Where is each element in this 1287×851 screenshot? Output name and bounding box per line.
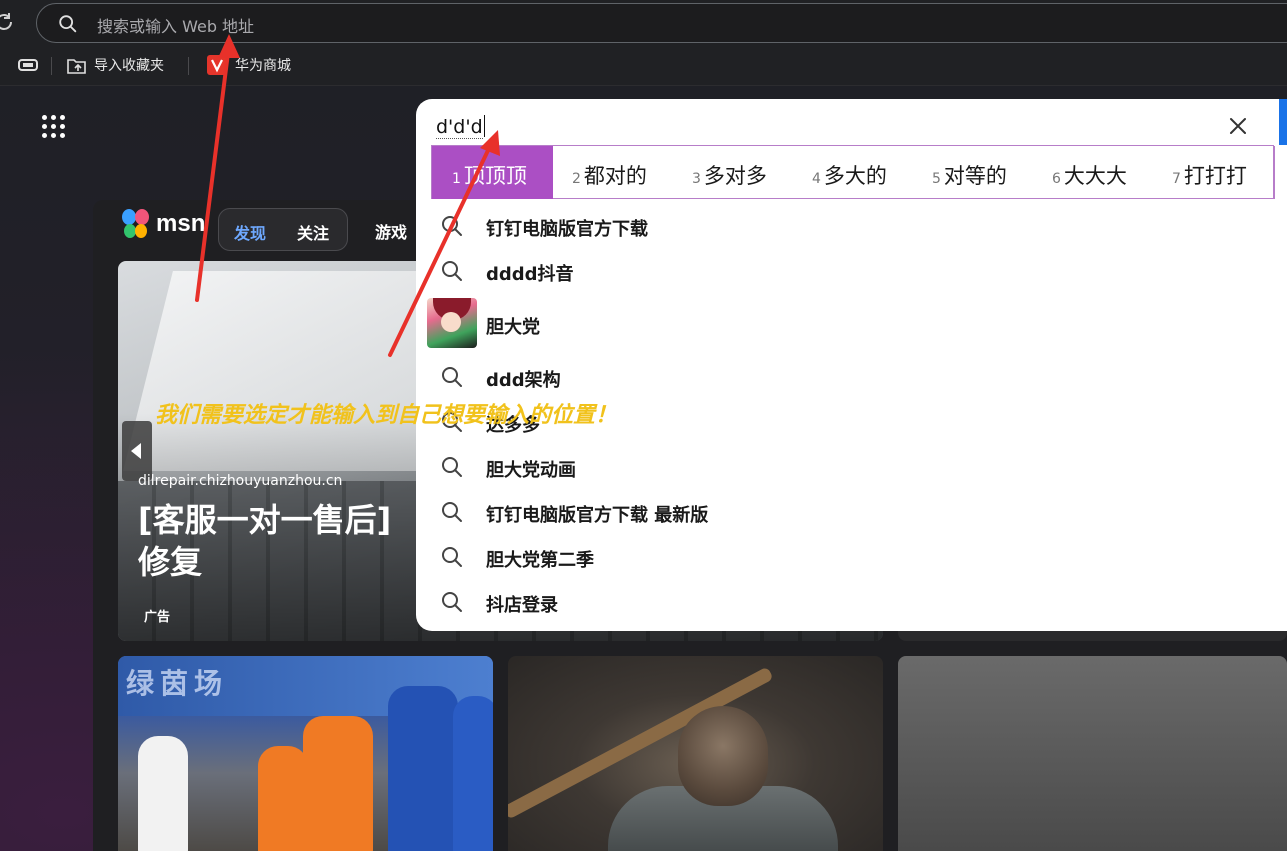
search-icon [442, 457, 462, 477]
search-icon [442, 216, 462, 236]
search-suggestion-box: d'd'd 1 顶顶顶 2 都对的 3 多对多 4 多大的 5 对等的 6 大大大 7 打打打… [416, 99, 1287, 631]
search-icon [442, 502, 462, 522]
news-card-grey[interactable] [898, 656, 1287, 851]
character-head [678, 706, 768, 806]
suggestion-text: 钉钉电脑版官方下载 最新版 [486, 505, 709, 526]
search-query-input[interactable]: d'd'd [436, 115, 485, 139]
suggestion-text: dddd抖音 [486, 264, 574, 285]
suggestion-item[interactable]: 胆大党 [416, 298, 1287, 348]
apps-grid-icon[interactable] [42, 115, 66, 139]
nav-games[interactable]: 游戏 [375, 219, 407, 243]
ime-candidate-bar: 1 顶顶顶 2 都对的 3 多对多 4 多大的 5 对等的 6 大大大 7 打打打 [431, 145, 1275, 199]
vmall-logo-icon [207, 55, 227, 75]
search-go-strip[interactable] [1279, 99, 1287, 145]
carousel-prev-button[interactable] [122, 421, 152, 481]
player-figure [388, 686, 458, 851]
msn-logo-text: msn [156, 210, 206, 237]
player-figure [303, 716, 373, 851]
query-text: d'd'd [436, 116, 483, 139]
import-favorites-icon [67, 59, 86, 74]
suggestion-text: 钉钉电脑版官方下载 [486, 219, 648, 240]
tab-discover[interactable]: 发现 [234, 220, 266, 244]
hero-domain: dilrepair.chizhouyuanzhou.cn [138, 473, 343, 489]
msn-butterfly-icon [122, 209, 149, 238]
favorite-huawei[interactable]: 华为商城 [207, 53, 291, 77]
suggestion-item[interactable]: dddd抖音 [416, 250, 1287, 290]
address-placeholder: 搜索或输入 Web 地址 [97, 17, 255, 36]
suggestion-text: 胆大党第二季 [486, 550, 594, 571]
favorite-label: 导入收藏夹 [94, 58, 164, 74]
favorite-import[interactable]: 导入收藏夹 [66, 53, 164, 77]
ime-candidate-5[interactable]: 5 对等的 [932, 160, 1007, 190]
player-figure [258, 746, 308, 851]
news-card-soccer[interactable]: 绿茵场 [118, 656, 493, 851]
reload-icon[interactable] [0, 10, 16, 34]
ime-candidate-3[interactable]: 3 多对多 [692, 160, 767, 190]
player-figure [453, 696, 493, 851]
ime-candidate-6[interactable]: 6 大大大 [1052, 160, 1127, 190]
suggestion-text: ddd架构 [486, 370, 561, 391]
text-caret [483, 115, 485, 137]
tab-following[interactable]: 关注 [297, 220, 329, 244]
favorites-separator [188, 57, 189, 75]
msn-tab-group: 发现 关注 [218, 208, 348, 251]
player-figure [138, 736, 188, 851]
suggestion-item[interactable]: 抖店登录 [416, 581, 1287, 621]
suggestion-item[interactable]: ddd架构 [416, 356, 1287, 396]
hero-title[interactable]: [客服一对一售后]修复 [138, 499, 418, 583]
suggestion-text: 抖店登录 [486, 595, 558, 616]
suggestion-item[interactable]: 钉钉电脑版官方下载 最新版 [416, 491, 1287, 531]
ime-candidate-1[interactable]: 1 顶顶顶 [452, 160, 527, 190]
ime-candidate-7[interactable]: 7 打打打 [1172, 160, 1247, 190]
ime-bar-edge [1273, 146, 1275, 199]
suggestion-item[interactable]: 钉钉电脑版官方下载 [416, 205, 1287, 245]
address-row: 搜索或输入 Web 地址 [0, 0, 1287, 44]
news-card-edge [898, 630, 1287, 641]
search-icon [59, 15, 77, 33]
ime-candidate-2[interactable]: 2 都对的 [572, 160, 647, 190]
suggestion-item[interactable]: 胆大党第二季 [416, 536, 1287, 576]
favorite-label: 华为商城 [235, 58, 291, 74]
search-icon [442, 261, 462, 281]
news-card-game[interactable] [508, 656, 883, 851]
search-icon [442, 592, 462, 612]
suggestion-item[interactable]: 胆大党动画 [416, 446, 1287, 486]
favorites-bar: 导入收藏夹 华为商城 [0, 44, 1287, 86]
ime-candidate-4[interactable]: 4 多大的 [812, 160, 887, 190]
annotation-note: 我们需要选定才能输入到自己想要输入的位置！ [155, 403, 618, 428]
favorites-separator [51, 57, 52, 75]
close-icon[interactable] [1228, 116, 1248, 136]
ad-badge: 广告 [144, 610, 171, 625]
tab-actions-icon[interactable] [17, 57, 39, 73]
address-bar[interactable]: 搜索或输入 Web 地址 [36, 3, 1287, 43]
search-icon [442, 547, 462, 567]
msn-logo[interactable]: msn [120, 206, 205, 242]
suggestion-text: 胆大党 [486, 317, 540, 338]
suggestion-text: 胆大党动画 [486, 460, 576, 481]
banner-text: 绿茵场 [126, 667, 229, 700]
search-icon [442, 367, 462, 387]
anime-thumbnail [427, 298, 477, 348]
